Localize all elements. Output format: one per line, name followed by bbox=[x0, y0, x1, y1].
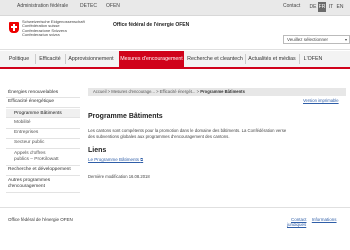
footer-links: Contact Informations juridiques bbox=[287, 217, 350, 227]
nav-efficacite[interactable]: Efficacité bbox=[36, 51, 64, 67]
sidebar-item-appels-offres[interactable]: Appels d'offres publics – ProKilowatt bbox=[6, 151, 80, 166]
lang-de[interactable]: DE bbox=[309, 2, 317, 12]
lang-en[interactable]: EN bbox=[336, 2, 344, 12]
sidebar-item-mobilite[interactable]: Mobilité bbox=[6, 120, 80, 129]
confederation-names: Schweizerische Eidgenossenschaft Confédé… bbox=[22, 19, 85, 38]
breadcrumb-trail[interactable]: Accueil > Mesures d'encourage... > Effic… bbox=[93, 89, 200, 94]
crumb-federal-administration[interactable]: Administration fédérale bbox=[17, 3, 68, 9]
confederation-rm: Confederaziun svizra bbox=[22, 32, 60, 38]
department-select[interactable]: Veuillez sélectionner ▾ bbox=[283, 35, 350, 44]
breadcrumb-current: Programme Bâtiments bbox=[200, 89, 245, 94]
lang-it[interactable]: IT bbox=[327, 2, 335, 12]
programme-batiments-link[interactable]: Le Programme Bâtiments ⧉ bbox=[88, 157, 143, 162]
crumb-detec[interactable]: DETEC bbox=[80, 3, 97, 9]
sidebar-item-programme-batiments[interactable]: Programme Bâtiments bbox=[6, 109, 80, 118]
links-heading: Liens bbox=[88, 147, 107, 154]
top-bar: Administration fédérale DETEC OFEN Conta… bbox=[0, 0, 350, 16]
contact-link[interactable]: Contact bbox=[283, 3, 300, 9]
lang-fr[interactable]: FR bbox=[318, 2, 326, 12]
sidebar-item-entreprises[interactable]: Entreprises bbox=[6, 130, 80, 139]
programme-batiments-link-label: Le Programme Bâtiments bbox=[88, 157, 140, 162]
swiss-flag-logo[interactable] bbox=[9, 22, 19, 33]
language-switcher: DE FR IT EN bbox=[309, 2, 344, 12]
footer-office: Office fédéral de l'énergie OFEN bbox=[8, 217, 73, 222]
nav-politique[interactable]: Politique bbox=[4, 51, 34, 67]
sidebar-item-energies-renouvelables[interactable]: Énergies renouvelables bbox=[6, 90, 80, 98]
sidebar-item-efficacite-energetique[interactable]: Efficacité énergétique bbox=[6, 99, 80, 108]
header-divider bbox=[0, 49, 350, 50]
crumb-ofen[interactable]: OFEN bbox=[106, 3, 120, 9]
nav-recherche-cleantech[interactable]: Recherche et cleantech bbox=[186, 51, 244, 67]
office-title[interactable]: Office fédéral de l'énergie OFEN bbox=[113, 22, 189, 28]
page-title: Programme Bâtiments bbox=[88, 113, 163, 120]
sidebar-item-recherche-developpement[interactable]: Recherche et développement bbox=[6, 167, 80, 176]
sidebar-item-secteur-public[interactable]: Secteur public bbox=[6, 140, 80, 149]
nav-mesures-encouragement[interactable]: Mesures d'encouragement bbox=[119, 51, 184, 67]
main-nav: Politique Efficacité Approvisionnement M… bbox=[0, 51, 350, 69]
nav-approvisionnement[interactable]: Approvisionnement bbox=[66, 51, 116, 67]
sidebar-item-autres-programmes[interactable]: Autres programmes d'encouragement bbox=[6, 178, 80, 193]
chevron-down-icon: ▾ bbox=[344, 37, 347, 42]
footer-divider bbox=[0, 207, 350, 208]
nav-ofen[interactable]: L'OFEN bbox=[300, 51, 326, 67]
last-modified: Dernière modification 16.08.2018 bbox=[88, 174, 150, 179]
department-select-label: Veuillez sélectionner bbox=[287, 37, 329, 42]
intro-paragraph: Les cantons sont compétents pour la prom… bbox=[88, 128, 287, 139]
nav-actualites-medias[interactable]: Actualités et médias bbox=[246, 51, 298, 67]
print-version-link[interactable]: Version imprimable bbox=[303, 98, 339, 103]
external-link-icon: ⧉ bbox=[140, 157, 144, 162]
breadcrumb: Accueil > Mesures d'encourage... > Effic… bbox=[88, 88, 346, 96]
